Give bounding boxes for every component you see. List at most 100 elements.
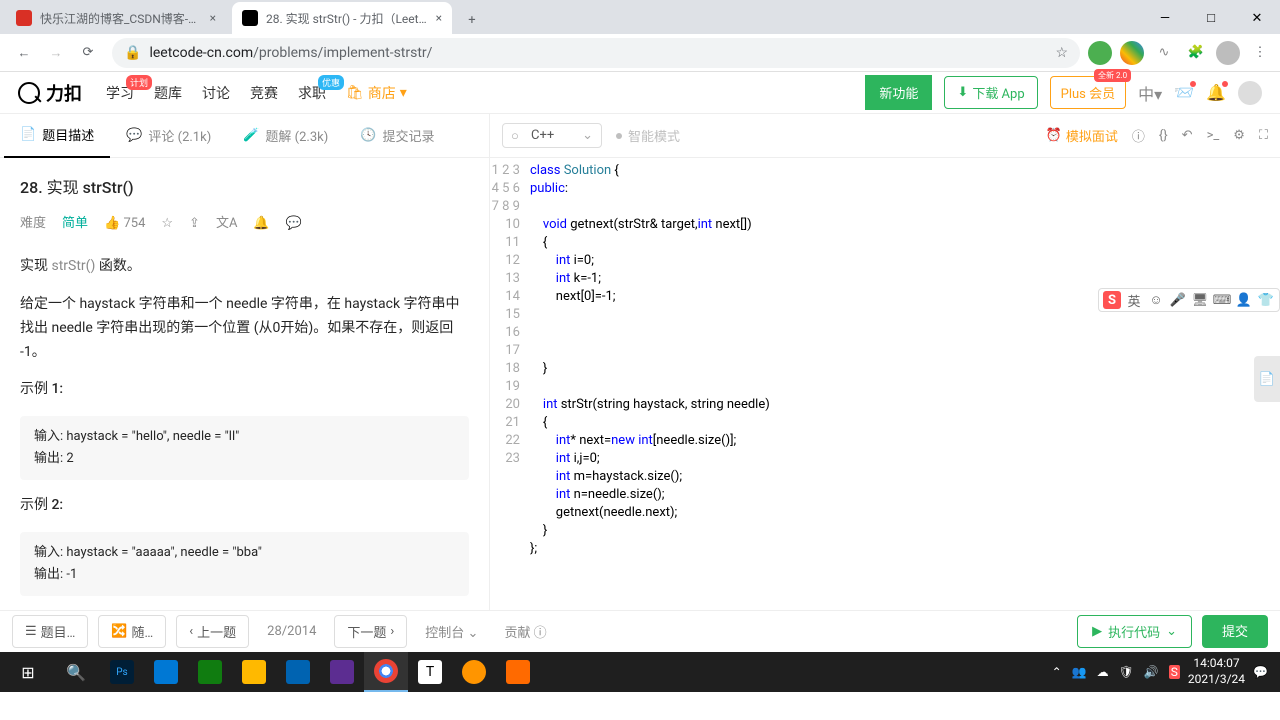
minimize-button[interactable]: — — [1142, 2, 1188, 34]
prev-button[interactable]: ‹ 上一题 — [176, 615, 249, 648]
system-tray[interactable]: ⌃ 👥 ☁ 🛡 🔊 S — [1052, 665, 1180, 679]
tab-description[interactable]: 📄 题目描述 — [4, 114, 110, 158]
taskbar-chrome[interactable] — [364, 652, 408, 692]
info-icon[interactable]: ⓘ — [1132, 126, 1145, 145]
tab-submissions[interactable]: 🕓 提交记录 — [344, 114, 450, 158]
footer-bar: ☰ 题目… 🔀 随… ‹ 上一题 28/2014 下一题 › 控制台 ⌄ 贡献 … — [0, 610, 1280, 652]
smart-mode-toggle[interactable]: 智能模式 — [616, 126, 680, 145]
share-icon[interactable]: ⇪ — [189, 213, 200, 235]
language-switch[interactable]: 中▾ — [1138, 81, 1162, 105]
ime-toolbar[interactable]: S 英 ☺ 🎤 🖥 ⌨ 👤 👕 — [1098, 288, 1280, 312]
run-code-button[interactable]: ▶ 执行代码 ⌄ — [1077, 615, 1192, 648]
extension-icon[interactable] — [1120, 41, 1144, 65]
menu-icon[interactable]: ⋮ — [1248, 41, 1272, 65]
extensions-menu-icon[interactable]: 🧩 — [1184, 41, 1208, 65]
extension-icon[interactable] — [1088, 41, 1112, 65]
reload-button[interactable]: ⟳ — [72, 37, 104, 69]
download-app-button[interactable]: ⬇ 下载 App — [944, 76, 1037, 109]
address-bar: ← → ⟳ 🔒 leetcode-cn.com/problems/impleme… — [0, 34, 1280, 72]
editor-panel: C++ 智能模式 ⏰ 模拟面试 ⓘ {} ↶ >_ ⚙ ⛶ 1 2 3 4 5 … — [490, 114, 1280, 610]
ime-person-icon[interactable]: 👤 — [1235, 291, 1253, 309]
brackets-icon[interactable]: {} — [1159, 128, 1168, 143]
tray-volume-icon[interactable]: 🔊 — [1144, 665, 1159, 679]
back-button[interactable]: ← — [8, 37, 40, 69]
browser-titlebar: 快乐江湖的博客_CSDN博客-Lin… × 28. 实现 strStr() - … — [0, 0, 1280, 34]
new-feature-button[interactable]: 新功能 — [865, 75, 932, 110]
profile-avatar[interactable] — [1216, 41, 1240, 65]
taskbar-app[interactable]: Ps — [100, 652, 144, 692]
tray-cloud-icon[interactable]: ☁ — [1097, 665, 1109, 679]
next-button[interactable]: 下一题 › — [334, 615, 407, 648]
close-button[interactable]: ✕ — [1234, 2, 1280, 34]
feedback-icon[interactable]: 💬 — [286, 213, 302, 235]
favorite-icon[interactable]: ☆ — [161, 213, 173, 235]
close-icon[interactable]: × — [210, 11, 216, 25]
taskbar-clock[interactable]: 14:04:07 2021/3/24 — [1188, 656, 1245, 687]
language-select[interactable]: C++ — [502, 123, 602, 148]
extension-icon[interactable]: ∿ — [1152, 41, 1176, 65]
code-editor[interactable]: 1 2 3 4 5 6 7 8 9 10 11 12 13 14 15 16 1… — [490, 158, 1280, 610]
taskbar-app[interactable] — [188, 652, 232, 692]
ime-sogou-icon[interactable]: S — [1103, 291, 1121, 309]
maximize-button[interactable]: □ — [1188, 2, 1234, 34]
inbox-icon[interactable]: 📨 — [1174, 83, 1194, 102]
tab-comments[interactable]: 💬 评论 (2.1k) — [110, 114, 227, 158]
console-toggle[interactable]: 控制台 ⌄ — [417, 622, 486, 641]
tray-ime-icon[interactable]: S — [1169, 665, 1180, 679]
taskbar-app[interactable] — [232, 652, 276, 692]
start-button[interactable]: ⊞ — [4, 652, 52, 692]
like-button[interactable]: 👍 754 — [104, 213, 145, 235]
close-icon[interactable]: × — [436, 11, 442, 25]
taskbar-app[interactable] — [320, 652, 364, 692]
subscribe-icon[interactable]: 🔔 — [253, 213, 269, 235]
nav-shop[interactable]: 🛍 商店 ▾ — [346, 83, 407, 103]
ime-voice-icon[interactable]: 🎤 — [1169, 291, 1187, 309]
favicon — [242, 10, 258, 26]
contribute-link[interactable]: 贡献 ⓘ — [496, 622, 554, 641]
taskbar-app[interactable] — [496, 652, 540, 692]
logo[interactable]: 力扣 — [18, 80, 82, 106]
ime-keyboard-icon[interactable]: ⌨ — [1213, 291, 1231, 309]
plus-member-button[interactable]: Plus 会员全新 2.0 — [1050, 76, 1126, 109]
tray-people-icon[interactable]: 👥 — [1072, 665, 1087, 679]
nav-study[interactable]: 学习计划 — [106, 83, 134, 103]
ime-screen-icon[interactable]: 🖥 — [1191, 291, 1209, 309]
ime-emoji-icon[interactable]: ☺ — [1147, 291, 1165, 309]
nav-discuss[interactable]: 讨论 — [202, 83, 230, 103]
nav-contest[interactable]: 竞赛 — [250, 83, 278, 103]
taskbar-app[interactable] — [144, 652, 188, 692]
mock-interview-button[interactable]: ⏰ 模拟面试 — [1046, 126, 1118, 145]
bookmark-icon[interactable]: ☆ — [1055, 45, 1068, 61]
taskbar-app[interactable]: T — [408, 652, 452, 692]
tab-solutions[interactable]: 🧪 题解 (2.3k) — [227, 114, 344, 158]
site-header: 力扣 学习计划 题库 讨论 竞赛 求职优惠 🛍 商店 ▾ 新功能 ⬇ 下载 Ap… — [0, 72, 1280, 114]
translate-icon[interactable]: 文A — [216, 213, 237, 235]
browser-tab-active[interactable]: 28. 实现 strStr() - 力扣（LeetCo… × — [232, 2, 452, 34]
ime-lang-icon[interactable]: 英 — [1125, 291, 1143, 309]
tray-defender-icon[interactable]: 🛡 — [1119, 665, 1134, 679]
code-content[interactable]: class Solution { public: void getnext(st… — [530, 158, 1280, 610]
settings-icon[interactable]: ⚙ — [1233, 128, 1245, 143]
notifications-icon[interactable]: 🔔 — [1206, 83, 1226, 102]
notifications-button[interactable]: 💬 — [1253, 665, 1268, 679]
windows-taskbar: ⊞ 🔍 Ps T ⌃ 👥 ☁ 🛡 🔊 S 14:04:07 2021/3/24 … — [0, 652, 1280, 692]
search-button[interactable]: 🔍 — [52, 652, 100, 692]
url-input[interactable]: 🔒 leetcode-cn.com/problems/implement-str… — [112, 38, 1080, 68]
random-button[interactable]: 🔀 随… — [98, 615, 166, 648]
nav-problems[interactable]: 题库 — [154, 83, 182, 103]
submit-button[interactable]: 提交 — [1202, 615, 1268, 648]
forward-button[interactable]: → — [40, 37, 72, 69]
new-tab-button[interactable]: + — [458, 6, 486, 34]
taskbar-app[interactable] — [276, 652, 320, 692]
tray-up-icon[interactable]: ⌃ — [1052, 665, 1062, 679]
ime-skin-icon[interactable]: 👕 — [1257, 291, 1275, 309]
user-avatar[interactable] — [1238, 81, 1262, 105]
problems-list-button[interactable]: ☰ 题目… — [12, 615, 88, 648]
taskbar-app[interactable] — [452, 652, 496, 692]
terminal-icon[interactable]: >_ — [1207, 128, 1220, 143]
side-panel-toggle[interactable]: 📄 — [1254, 356, 1280, 402]
browser-tab[interactable]: 快乐江湖的博客_CSDN博客-Lin… × — [6, 2, 226, 34]
undo-icon[interactable]: ↶ — [1182, 128, 1193, 143]
fullscreen-icon[interactable]: ⛶ — [1259, 128, 1268, 143]
nav-jobs[interactable]: 求职优惠 — [298, 83, 326, 103]
